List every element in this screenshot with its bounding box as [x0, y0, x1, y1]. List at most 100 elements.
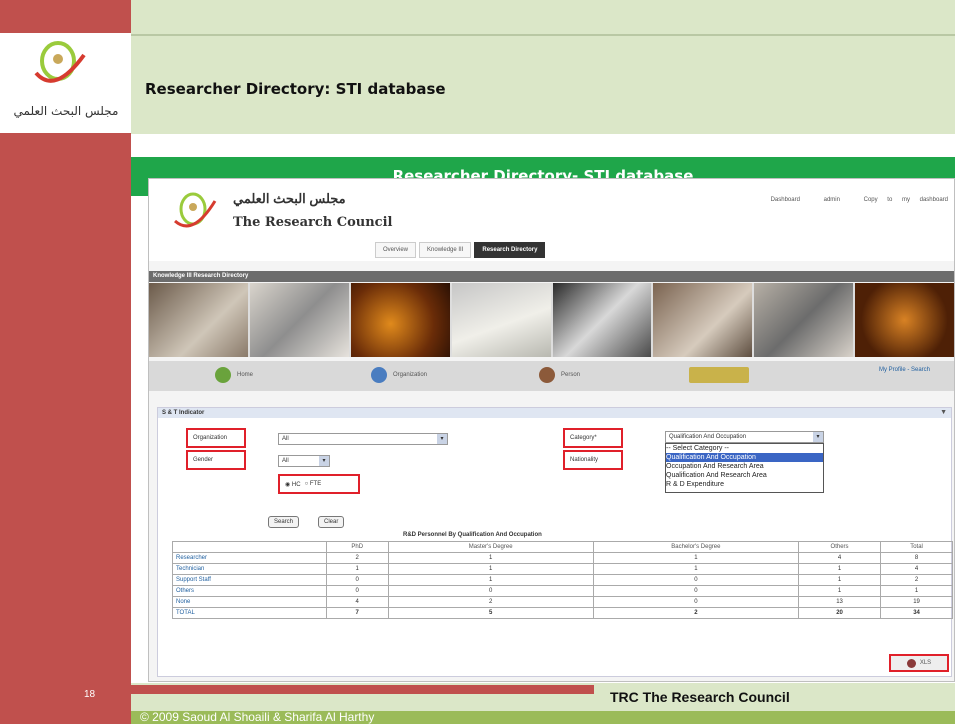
- gender-select[interactable]: All ▾: [278, 455, 330, 467]
- row-label-link[interactable]: TOTAL: [172, 607, 327, 619]
- link-dashboard[interactable]: Dashboard: [771, 197, 800, 203]
- table-row: Others 0 0 0 1 1: [172, 585, 953, 597]
- clear-button[interactable]: Clear: [318, 516, 345, 528]
- row-label-link[interactable]: Technician: [172, 563, 327, 575]
- nav-tabs: Overview Knowledge III Research Director…: [375, 242, 546, 258]
- panel-title: S & T Indicator: [158, 408, 951, 418]
- top-links: Dashboard admin Copy to my dashboard: [757, 197, 948, 203]
- table-row: Support Staff 0 1 0 1 2: [172, 574, 953, 586]
- table-cell: 0: [387, 585, 594, 597]
- table-cell: 1: [592, 563, 800, 575]
- slide-number: 18: [84, 689, 96, 700]
- tab-overview[interactable]: Overview: [375, 242, 417, 258]
- hc-fte-radio-group: ◉ HC ○ FTE: [278, 474, 360, 494]
- table-cell: 8: [880, 552, 953, 564]
- table-cell: 4: [325, 596, 389, 608]
- row-label-link[interactable]: Others: [172, 585, 327, 597]
- photo-banner: [149, 283, 954, 357]
- category-select[interactable]: Qualification And Occupation ▾: [665, 431, 824, 443]
- home-icon: [215, 367, 231, 383]
- slide-top-band: [131, 0, 955, 34]
- table-cell: 2: [880, 574, 953, 586]
- results-table: PhD Master's Degree Bachelor's Degree Ot…: [172, 541, 953, 619]
- search-button[interactable]: Search: [268, 516, 300, 528]
- table-cell: 1: [798, 585, 882, 597]
- table-header: Master's Degree: [387, 541, 594, 553]
- rc-name-english: The Research Council: [233, 215, 393, 230]
- table-cell: 0: [592, 574, 800, 586]
- organization-select[interactable]: All ▾: [278, 433, 448, 445]
- category-option[interactable]: Occupation And Research Area: [666, 462, 823, 471]
- table-cell: 19: [880, 596, 953, 608]
- table-row: Technician 1 1 1 1 4: [172, 563, 953, 575]
- radio-fte[interactable]: ○ FTE: [305, 481, 322, 487]
- footer-org: TRC The Research Council: [610, 689, 790, 705]
- table-cell: 4: [798, 552, 882, 564]
- table-cell: 2: [387, 596, 594, 608]
- table-cell: 1: [798, 574, 882, 586]
- table-cell: 1: [798, 563, 882, 575]
- table-cell: 0: [325, 574, 389, 586]
- tab-research-directory[interactable]: Research Directory: [474, 242, 546, 258]
- table-cell: 13: [798, 596, 882, 608]
- row-label-link[interactable]: Researcher: [172, 552, 327, 564]
- category-dropdown-list: -- Select Category -- Qualification And …: [665, 443, 824, 493]
- table-cell: 2: [592, 607, 800, 619]
- table-cell: 1: [592, 552, 800, 564]
- app-screenshot: مجلس البحث العلمي The Research Council D…: [148, 178, 955, 682]
- table-header: Total: [880, 541, 953, 553]
- table-row: None 4 2 0 13 19: [172, 596, 953, 608]
- category-option[interactable]: R & D Expenditure: [666, 480, 823, 489]
- app-header: مجلس البحث العلمي The Research Council D…: [149, 179, 954, 261]
- table-title: R&D Personnel By Qualification And Occup…: [403, 532, 542, 538]
- table-cell: 1: [387, 552, 594, 564]
- table-cell: 1: [325, 563, 389, 575]
- table-cell: 1: [387, 563, 594, 575]
- table-header-row: PhD Master's Degree Bachelor's Degree Ot…: [172, 541, 953, 553]
- tab-knowledge[interactable]: Knowledge III: [419, 242, 472, 258]
- category-option[interactable]: Qualification And Research Area: [666, 471, 823, 480]
- row-label-link[interactable]: Support Staff: [172, 574, 327, 586]
- table-cell: 1: [387, 574, 594, 586]
- table-cell: 2: [325, 552, 389, 564]
- radio-hc[interactable]: ◉ HC: [285, 481, 301, 488]
- category-option-selected[interactable]: Qualification And Occupation: [666, 453, 823, 462]
- organization-icon: [371, 367, 387, 383]
- table-header: [172, 541, 327, 553]
- rc-name-arabic: مجلس البحث العلمي: [233, 191, 346, 206]
- panel-collapse-icon[interactable]: ▼: [940, 408, 947, 418]
- rc-logo-icon: [174, 192, 217, 228]
- svg-text:مجلس البحث العلمي: مجلس البحث العلمي: [14, 104, 119, 119]
- table-cell: 4: [880, 563, 953, 575]
- menu-organization[interactable]: Organization: [371, 367, 427, 383]
- table-cell: 5: [387, 607, 594, 619]
- menu-profile-search[interactable]: My Profile - Search: [879, 367, 930, 373]
- table-header: PhD: [325, 541, 389, 553]
- person-icon: [539, 367, 555, 383]
- link-copy-dashboard[interactable]: Copy to my dashboard: [864, 197, 948, 203]
- table-row: Researcher 2 1 1 4 8: [172, 552, 953, 564]
- table-cell: 0: [325, 585, 389, 597]
- trc-logo: مجلس البحث العلمي: [0, 33, 131, 133]
- table-header: Others: [798, 541, 882, 553]
- menu-home[interactable]: Home: [215, 367, 253, 383]
- category-option[interactable]: -- Select Category --: [666, 444, 823, 453]
- category-label: Category*: [563, 428, 623, 448]
- slide: مجلس البحث العلمي Researcher Directory: …: [0, 0, 955, 724]
- table-cell: 1: [880, 585, 953, 597]
- menu-person[interactable]: Person: [539, 367, 580, 383]
- excel-icon: [906, 658, 916, 668]
- row-label-link[interactable]: None: [172, 596, 327, 608]
- menu-researchers[interactable]: [689, 367, 749, 383]
- researchers-icon: [689, 367, 749, 383]
- table-cell: 0: [592, 596, 800, 608]
- table-cell: 0: [592, 585, 800, 597]
- table-cell: 7: [325, 607, 389, 619]
- link-admin[interactable]: admin: [824, 197, 840, 203]
- table-total-row: TOTAL 7 5 2 20 34: [172, 607, 953, 619]
- copyright: © 2009 Saoud Al Shoaili & Sharifa Al Har…: [140, 710, 375, 724]
- slide-title: Researcher Directory: STI database: [145, 80, 446, 98]
- directory-bar: Knowledge III Research Directory: [149, 271, 954, 282]
- export-xls-button[interactable]: XLS: [889, 654, 949, 672]
- table-cell: 20: [798, 607, 882, 619]
